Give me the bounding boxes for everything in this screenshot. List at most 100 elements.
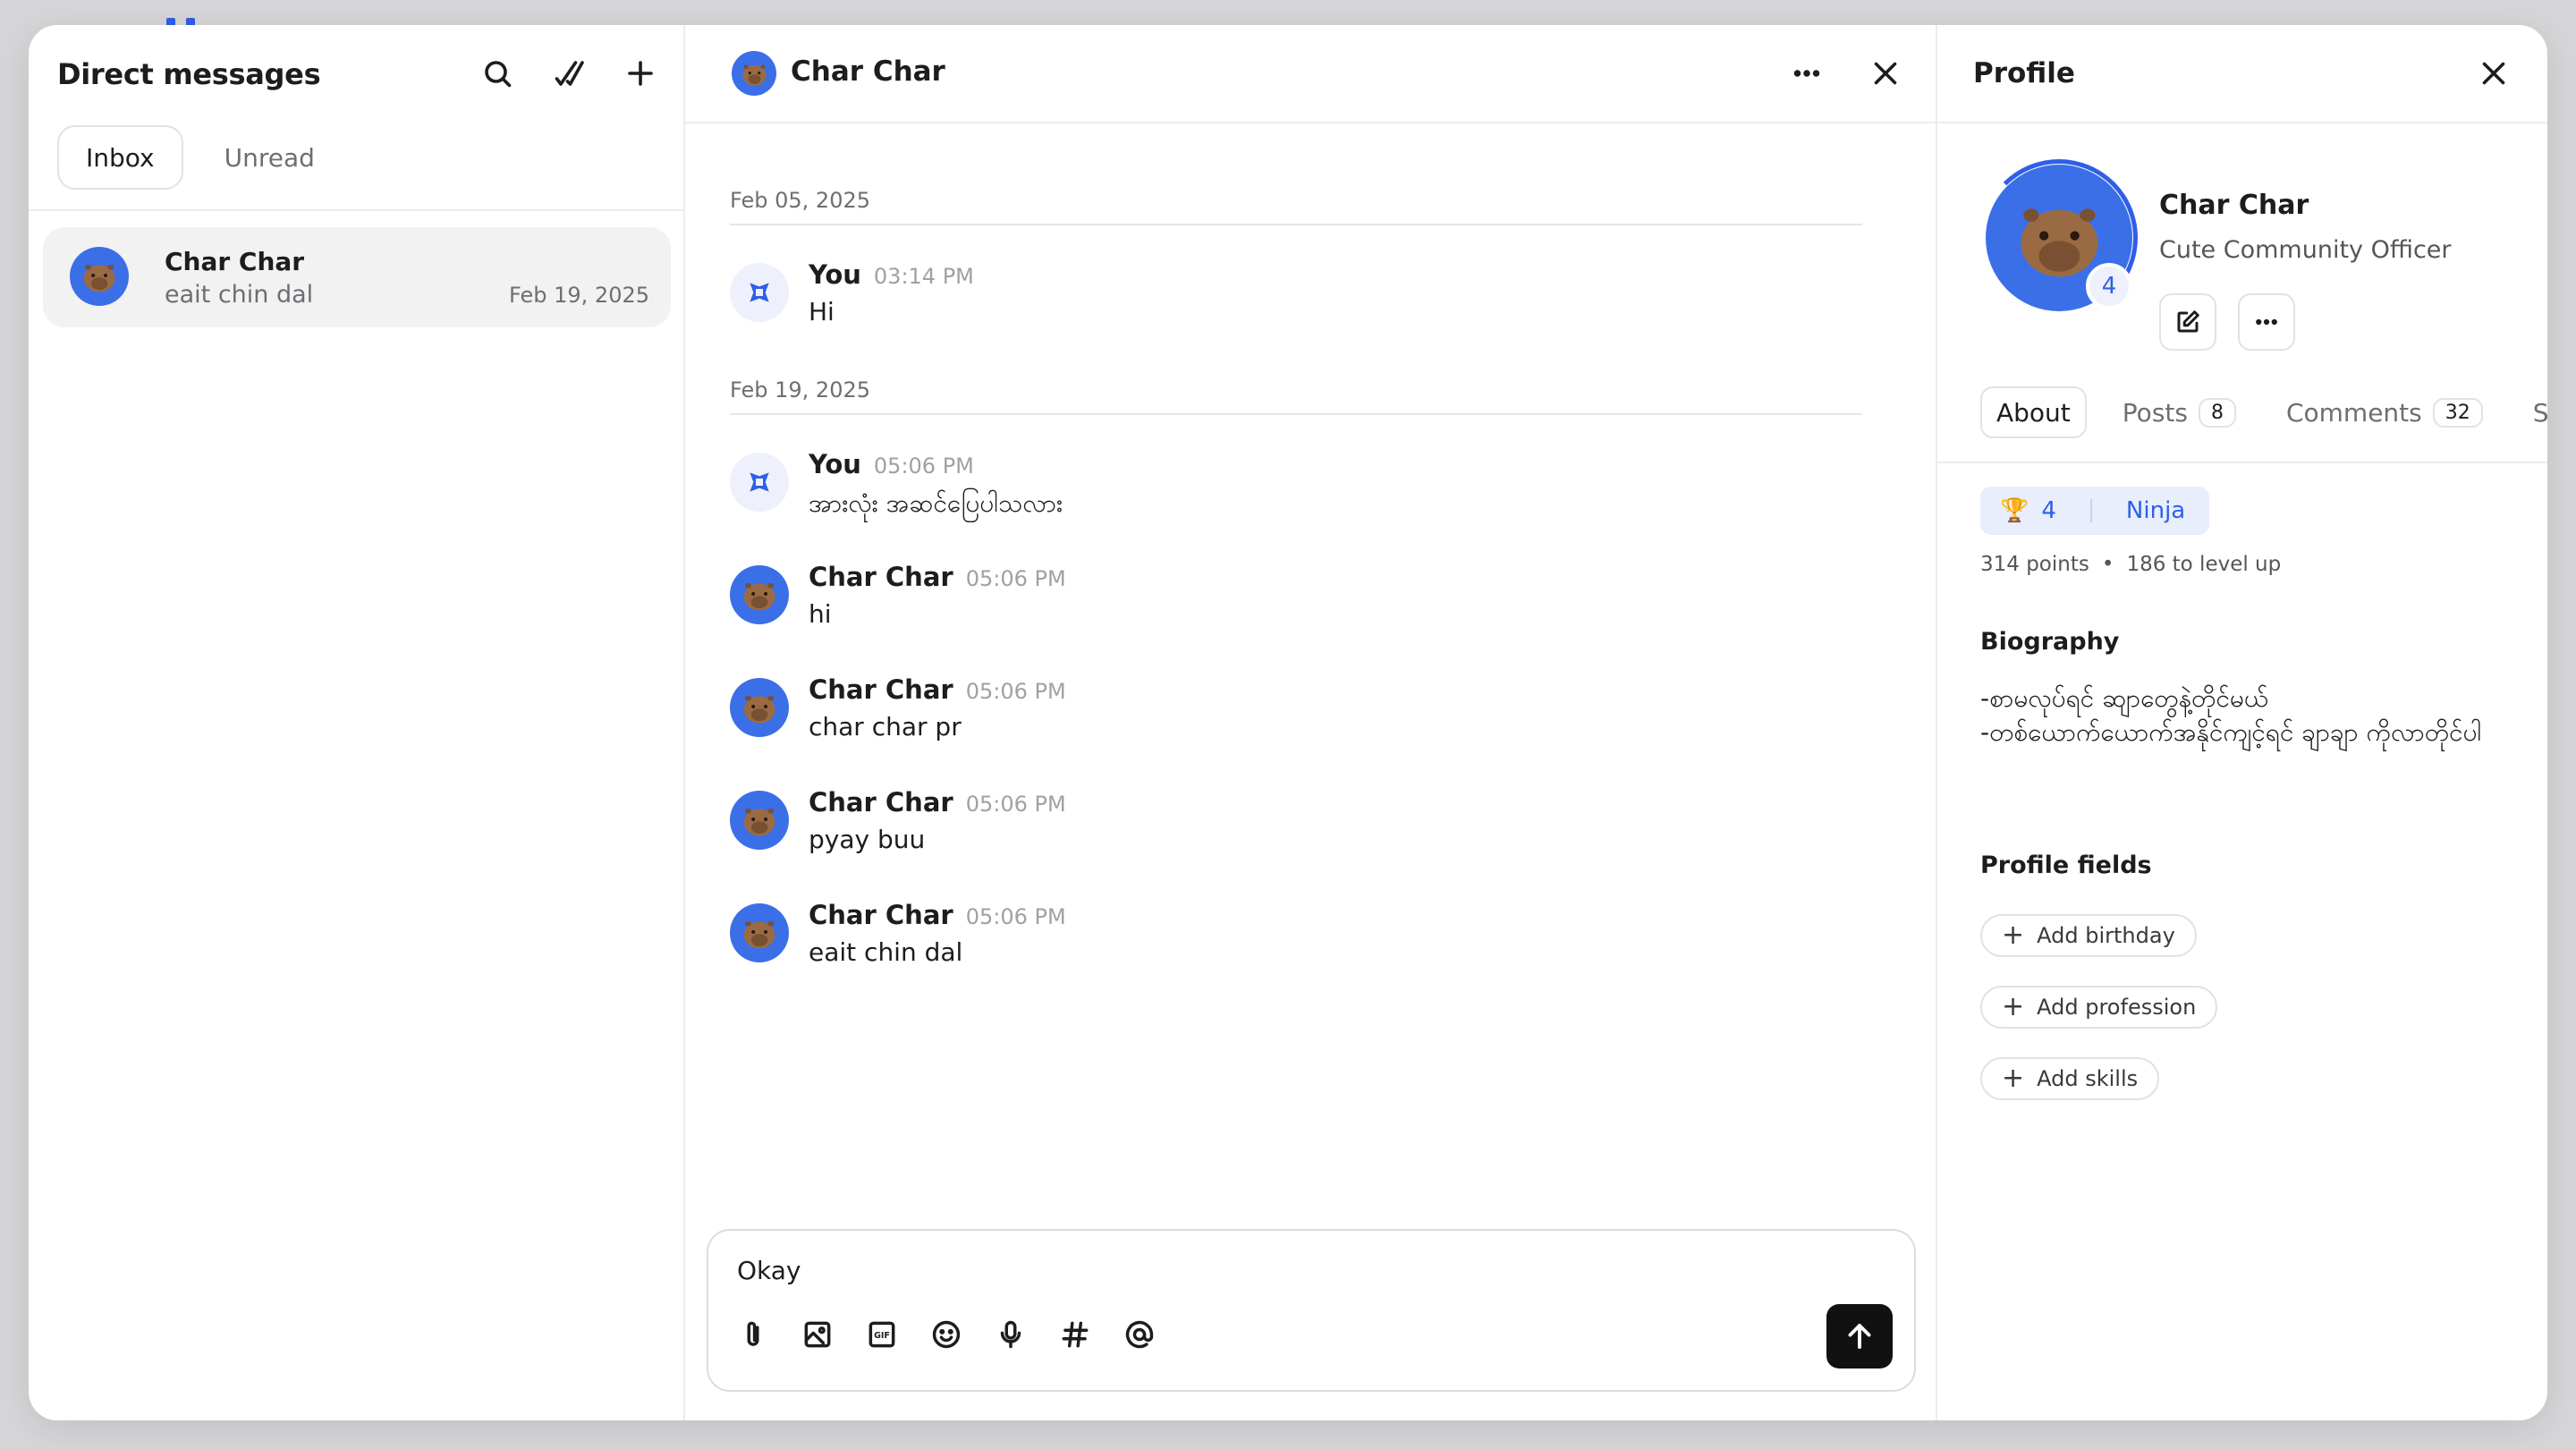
double-check-icon	[555, 61, 584, 86]
message-text: pyay buu	[809, 825, 926, 854]
direct-messages-panel: Direct messages Inbox Unread Char Char e…	[29, 25, 685, 1420]
message-input[interactable]	[737, 1256, 1631, 1285]
profile-avatar[interactable]: 4	[1980, 159, 2138, 317]
tab-about[interactable]: About	[1980, 386, 2087, 438]
voice-message-button[interactable]	[993, 1317, 1029, 1352]
capybara-icon	[743, 582, 775, 611]
hashtag-button[interactable]	[1057, 1317, 1093, 1352]
message-time: 03:14 PM	[873, 264, 974, 289]
avatar[interactable]	[730, 791, 789, 850]
conversation-item[interactable]: Char Char eait chin dal Feb 19, 2025	[43, 227, 671, 327]
at-sign-icon	[1125, 1320, 1154, 1349]
avatar[interactable]	[732, 51, 776, 96]
message-time: 05:06 PM	[965, 792, 1066, 817]
add-birthday-button[interactable]: + Add birthday	[1980, 914, 2197, 957]
message-author: You 05:06 PM	[809, 449, 974, 479]
add-profession-button[interactable]: + Add profession	[1980, 986, 2218, 1029]
message-text: အားလုံး အဆင်ပြေပါသလား	[809, 488, 1063, 518]
rank-title: Ninja	[2125, 497, 2186, 524]
plus-icon: +	[2002, 919, 2025, 951]
capybara-icon	[83, 264, 115, 292]
svg-text:GIF: GIF	[874, 1331, 890, 1341]
message-text: hi	[809, 599, 832, 629]
chat-title[interactable]: Char Char	[791, 55, 945, 88]
profile-more-button[interactable]	[2238, 293, 2295, 351]
more-horizontal-icon	[1793, 70, 1820, 77]
conversation-preview: eait chin dal	[165, 281, 314, 309]
edit-icon	[2177, 310, 2199, 333]
message-author: Char Char 05:06 PM	[809, 787, 1066, 818]
profile-name: Char Char	[2159, 190, 2309, 221]
add-image-button[interactable]	[800, 1317, 835, 1352]
message-author: You 03:14 PM	[809, 259, 974, 290]
community-logo-icon	[750, 472, 769, 492]
paperclip-icon	[747, 1321, 759, 1346]
posts-count: 8	[2198, 397, 2236, 428]
tab-comments[interactable]: Comments 32	[2272, 386, 2497, 438]
avatar[interactable]	[730, 678, 789, 737]
message-time: 05:06 PM	[873, 453, 974, 479]
points-summary: 314 points • 186 to level up	[1980, 553, 2282, 576]
mark-all-read-button[interactable]	[551, 55, 587, 91]
gif-icon: GIF	[869, 1321, 895, 1348]
attach-file-button[interactable]	[735, 1317, 771, 1352]
new-message-button[interactable]	[623, 55, 658, 91]
tab-posts[interactable]: Posts 8	[2108, 386, 2250, 438]
message-time: 05:06 PM	[965, 904, 1066, 929]
message-author: Char Char 05:06 PM	[809, 900, 1066, 930]
community-logo-icon	[750, 283, 769, 302]
hashtag-icon	[1062, 1321, 1089, 1348]
more-horizontal-icon	[2256, 318, 2277, 326]
avatar[interactable]	[730, 903, 789, 962]
tab-spaces[interactable]: Spa	[2519, 386, 2547, 438]
profile-fields-title: Profile fields	[1980, 852, 2152, 879]
rank-badge: 🏆 4 Ninja	[1980, 487, 2209, 535]
message-text: eait chin dal	[809, 937, 963, 967]
mention-button[interactable]	[1122, 1317, 1157, 1352]
rank-level: 4	[2041, 497, 2056, 524]
date-separator: Feb 05, 2025	[730, 188, 1862, 225]
avatar	[70, 247, 129, 306]
message: You 05:06 PM အားလုံး အဆင်ပြေပါသလား	[730, 449, 1862, 521]
message: You 03:14 PM Hi	[730, 259, 1862, 331]
message-text: char char pr	[809, 712, 962, 741]
plus-icon	[628, 61, 653, 86]
trophy-icon: 🏆	[2000, 497, 2029, 524]
close-icon	[1874, 62, 1897, 85]
avatar[interactable]	[730, 565, 789, 624]
arrow-up-icon	[1848, 1324, 1871, 1349]
plus-icon: +	[2002, 991, 2025, 1022]
message-composer: GIF	[707, 1229, 1916, 1392]
search-button[interactable]	[479, 55, 515, 91]
conversation-date: Feb 19, 2025	[509, 283, 649, 308]
add-gif-button[interactable]: GIF	[864, 1317, 900, 1352]
edit-profile-button[interactable]	[2159, 293, 2216, 351]
tab-unread[interactable]: Unread	[198, 125, 342, 190]
microphone-icon	[1000, 1320, 1021, 1349]
plus-icon: +	[2002, 1063, 2025, 1094]
more-options-button[interactable]	[1789, 55, 1825, 91]
close-icon	[2482, 62, 2505, 85]
divider	[2089, 499, 2092, 522]
profile-role: Cute Community Officer	[2159, 236, 2452, 264]
profile-title: Profile	[1973, 57, 2075, 89]
divider	[1937, 462, 2547, 463]
tab-inbox[interactable]: Inbox	[57, 125, 183, 190]
chat-header: Char Char	[685, 25, 1936, 123]
date-separator: Feb 19, 2025	[730, 377, 1862, 415]
comments-count: 32	[2432, 397, 2483, 428]
conversation-name: Char Char	[165, 247, 305, 276]
emoji-icon	[932, 1320, 961, 1349]
capybara-icon	[743, 695, 775, 724]
search-icon	[485, 61, 512, 88]
emoji-button[interactable]	[928, 1317, 964, 1352]
send-button[interactable]	[1826, 1304, 1893, 1368]
capybara-icon	[743, 808, 775, 836]
close-profile-button[interactable]	[2476, 55, 2512, 91]
close-chat-button[interactable]	[1868, 55, 1903, 91]
add-skills-button[interactable]: + Add skills	[1980, 1057, 2160, 1100]
capybara-icon	[743, 920, 775, 949]
message: Char Char 05:06 PM hi	[730, 562, 1862, 633]
message-time: 05:06 PM	[965, 679, 1066, 704]
message: Char Char 05:06 PM eait chin dal	[730, 900, 1862, 971]
